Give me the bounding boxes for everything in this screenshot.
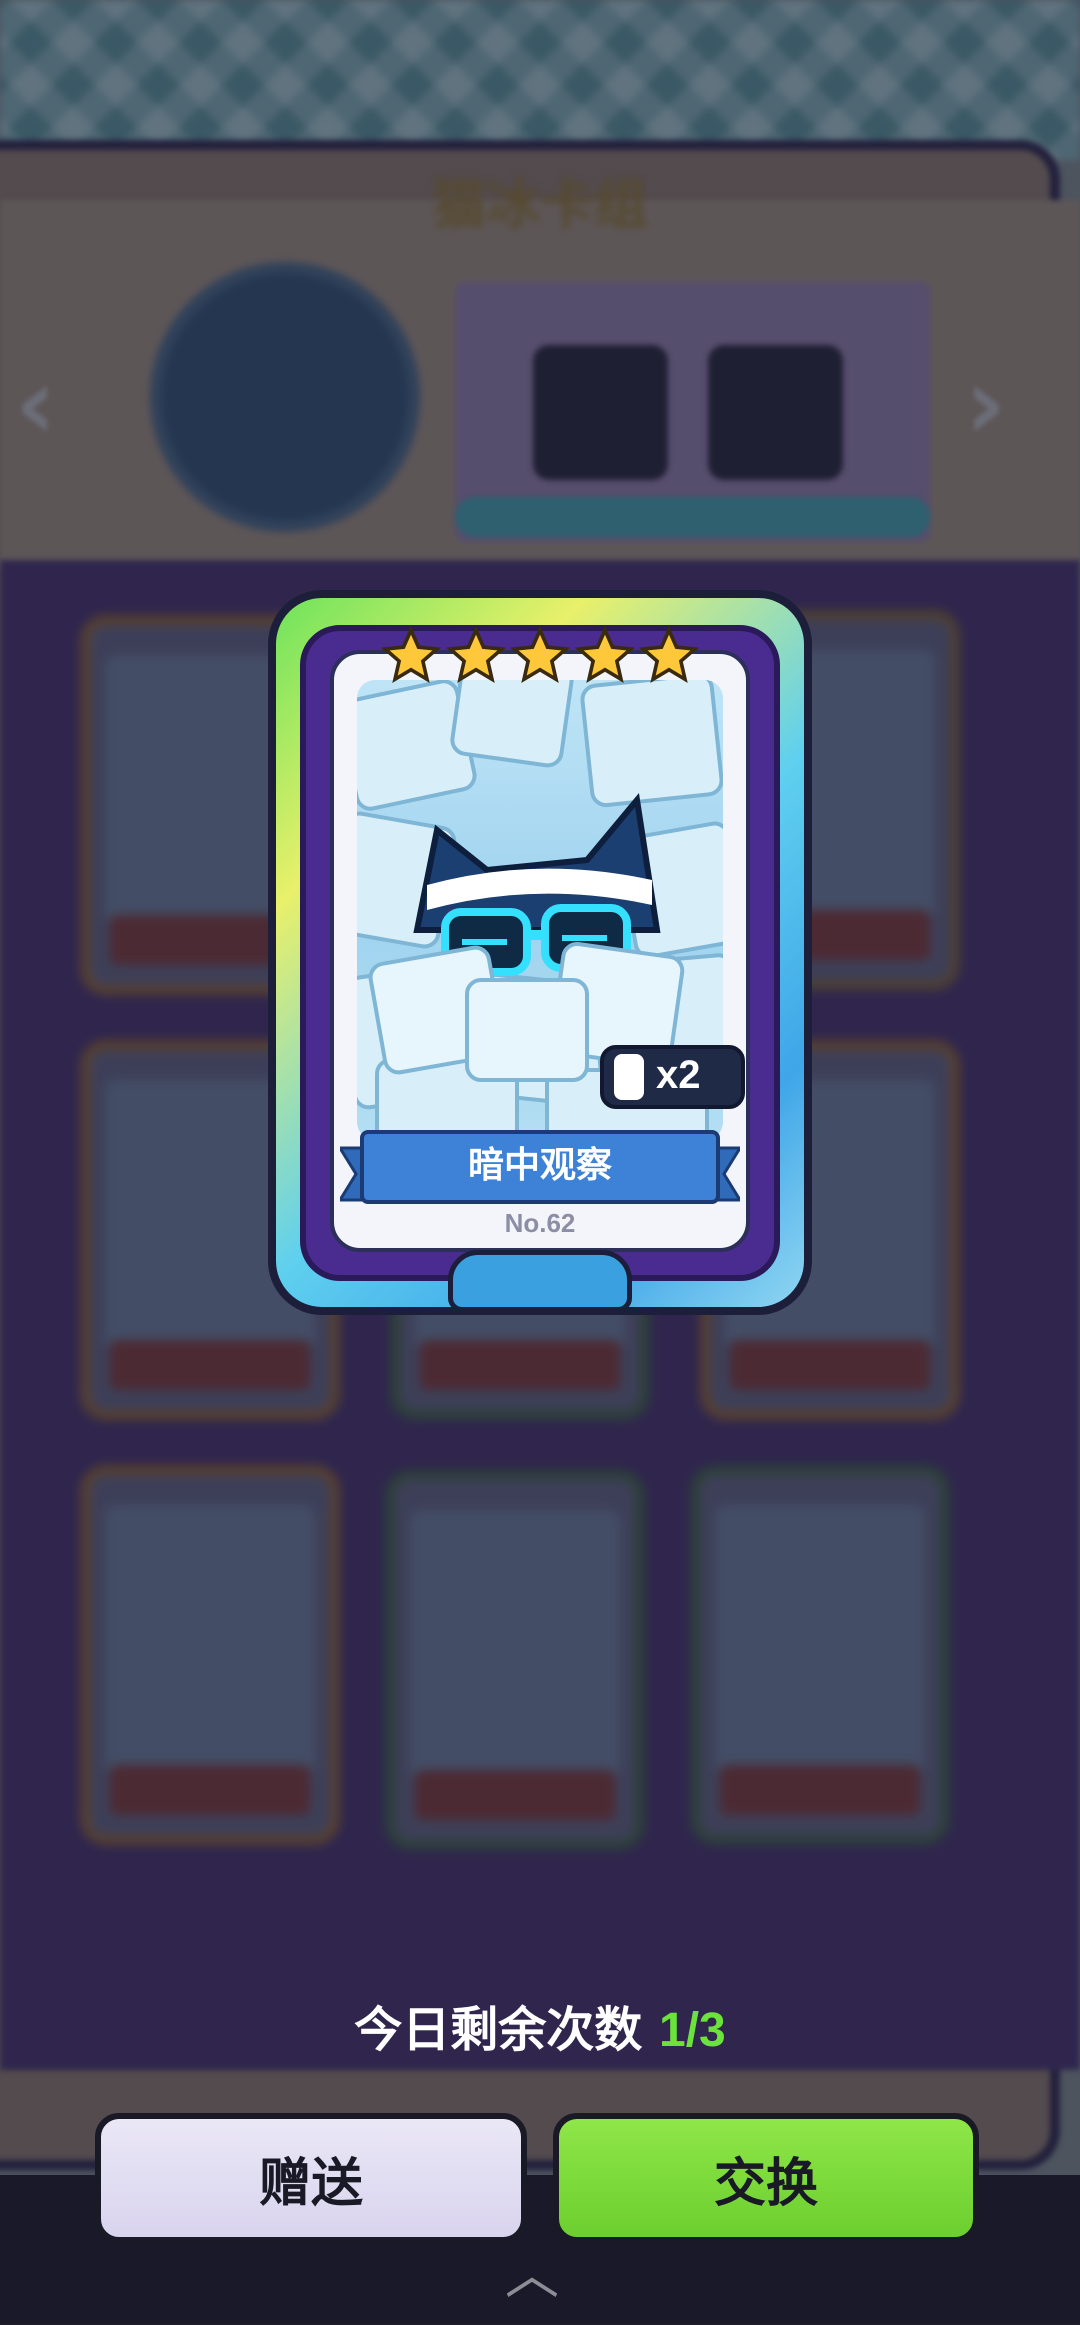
star-icon	[445, 625, 506, 683]
star-rating	[380, 625, 700, 695]
star-icon	[574, 625, 635, 683]
remaining-label: 今日剩余次数	[354, 2002, 643, 2058]
card-emblem	[448, 1250, 632, 1312]
card-name: 暗中观察	[467, 1145, 612, 1186]
card-number: No.62	[504, 1208, 576, 1238]
card-count-text: x2	[656, 1053, 701, 1097]
remaining-attempts: 今日剩余次数 1/3	[0, 1990, 1080, 2060]
star-icon	[380, 625, 442, 683]
star-icon	[509, 625, 571, 683]
gift-button-label: 赠送	[258, 2153, 363, 2214]
remaining-count: 1/3	[659, 2004, 726, 2057]
card-count-badge: x2	[600, 1045, 745, 1109]
gift-button[interactable]: 赠送	[95, 2113, 527, 2243]
chevron-up-icon[interactable]: ︿	[505, 2230, 559, 2309]
exchange-button-label: 交换	[713, 2153, 818, 2214]
star-icon	[638, 625, 700, 683]
exchange-button[interactable]: 交换	[553, 2113, 979, 2243]
card-count-icon	[614, 1054, 644, 1100]
